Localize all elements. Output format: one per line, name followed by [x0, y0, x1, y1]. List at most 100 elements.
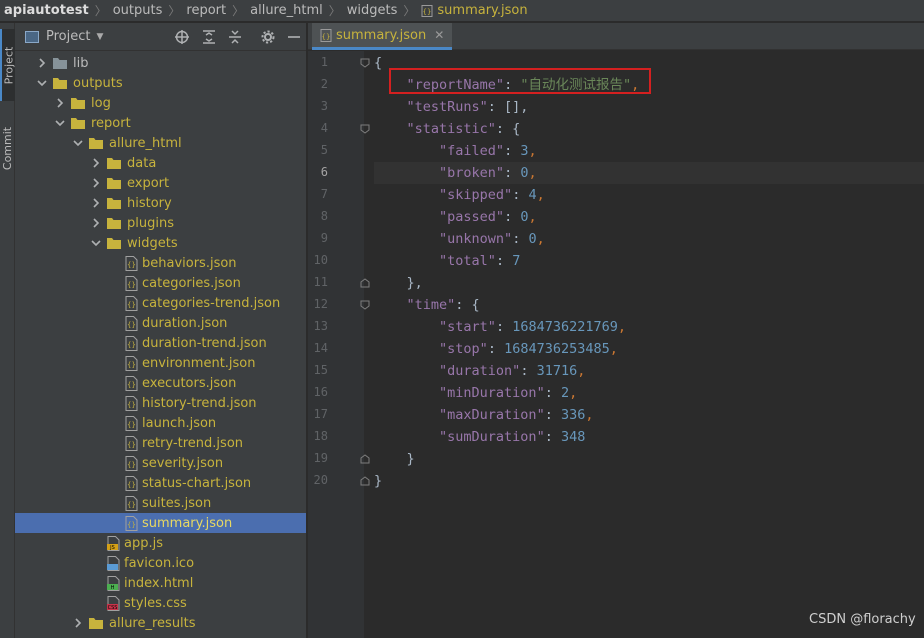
- tree-file[interactable]: {} duration-trend.json: [15, 333, 306, 353]
- tree-item-label: app.js: [124, 535, 163, 551]
- chevron-right-icon[interactable]: [91, 198, 101, 208]
- fold-marker-icon[interactable]: [360, 476, 370, 486]
- code-area[interactable]: { "reportName": "自动化测试报告", "testRuns": […: [374, 51, 924, 638]
- tree-file[interactable]: favicon.ico: [15, 553, 306, 573]
- code-token: "start": [439, 319, 496, 335]
- annotation-highlight-box: [389, 68, 651, 94]
- tree-folder[interactable]: lib: [15, 53, 306, 73]
- fold-marker-icon[interactable]: [360, 58, 370, 68]
- line-number: 12: [313, 297, 328, 311]
- chevron-right-icon[interactable]: [37, 58, 47, 68]
- tree-folder[interactable]: export: [15, 173, 306, 193]
- tree-item-label: duration-trend.json: [142, 335, 267, 351]
- tree-item-label: allure_results: [109, 615, 196, 631]
- tree-folder[interactable]: outputs: [15, 73, 306, 93]
- code-token: :: [504, 143, 521, 159]
- code-line: },: [374, 272, 924, 294]
- fold-marker-icon[interactable]: [360, 300, 370, 310]
- chevron-right-icon[interactable]: [73, 618, 83, 628]
- breadcrumb-item[interactable]: report: [186, 3, 226, 18]
- code-token: :: [520, 363, 537, 379]
- chevron-right-icon[interactable]: [55, 98, 65, 108]
- close-icon[interactable]: ✕: [434, 28, 444, 42]
- json-file-icon: {}: [125, 295, 138, 311]
- fold-marker-icon[interactable]: [360, 454, 370, 464]
- breadcrumb-item[interactable]: apiautotest: [4, 3, 89, 18]
- fold-marker-icon[interactable]: [360, 278, 370, 288]
- chevron-down-icon[interactable]: [37, 78, 47, 88]
- tool-window-strip: Project Commit: [0, 23, 15, 638]
- tree-folder[interactable]: log: [15, 93, 306, 113]
- svg-text:JS: JS: [109, 545, 115, 551]
- code-token: "stop": [439, 341, 488, 357]
- tree-folder[interactable]: plugins: [15, 213, 306, 233]
- tree-file[interactable]: CSS styles.css: [15, 593, 306, 613]
- tree-folder[interactable]: widgets: [15, 233, 306, 253]
- breadcrumb-item[interactable]: allure_html: [250, 3, 323, 18]
- project-view-selector[interactable]: Project: [46, 29, 90, 44]
- tree-file[interactable]: {} suites.json: [15, 493, 306, 513]
- code-line: }: [374, 470, 924, 492]
- commit-tool-tab[interactable]: Commit: [0, 113, 15, 183]
- chevron-right-icon[interactable]: [91, 218, 101, 228]
- tree-file[interactable]: {} environment.json: [15, 353, 306, 373]
- code-token: :: [544, 385, 561, 401]
- tree-file[interactable]: {} severity.json: [15, 453, 306, 473]
- code-token: 336: [560, 407, 586, 423]
- tree-file[interactable]: {} categories-trend.json: [15, 293, 306, 313]
- tab-summary-json[interactable]: {} summary.json ✕: [312, 23, 453, 50]
- css-file-icon: CSS: [107, 595, 120, 611]
- html-file-icon: H: [107, 575, 120, 591]
- json-file-icon: {}: [125, 375, 138, 391]
- breadcrumb-file[interactable]: summary.json: [437, 3, 527, 18]
- tree-folder[interactable]: allure_html: [15, 133, 306, 153]
- tree-file[interactable]: {} behaviors.json: [15, 253, 306, 273]
- tree-folder[interactable]: report: [15, 113, 306, 133]
- locate-file-icon[interactable]: [173, 28, 191, 46]
- tree-file[interactable]: {} history-trend.json: [15, 393, 306, 413]
- tree-file[interactable]: {} retry-trend.json: [15, 433, 306, 453]
- breadcrumb-item[interactable]: widgets: [347, 3, 398, 18]
- folder-icon: [89, 618, 103, 629]
- code-token: "time": [406, 297, 456, 313]
- line-number: 6: [320, 165, 328, 179]
- tree-folder[interactable]: data: [15, 153, 306, 173]
- tree-file[interactable]: {} summary.json: [15, 513, 306, 533]
- collapse-all-icon[interactable]: [226, 28, 244, 46]
- gear-icon[interactable]: [259, 28, 277, 46]
- tree-file[interactable]: Hindex.html: [15, 573, 306, 593]
- code-line: "duration": 31716,: [374, 360, 924, 382]
- tree-file[interactable]: {} launch.json: [15, 413, 306, 433]
- folder-icon: [53, 78, 67, 89]
- fold-marker-icon[interactable]: [360, 124, 370, 134]
- tree-file[interactable]: JS app.js: [15, 533, 306, 553]
- chevron-down-icon[interactable]: [91, 238, 101, 248]
- tree-file[interactable]: {} status-chart.json: [15, 473, 306, 493]
- tree-folder[interactable]: allure_results: [15, 613, 306, 633]
- chevron-right-icon[interactable]: [91, 178, 101, 188]
- breadcrumb-item[interactable]: outputs: [113, 3, 163, 18]
- code-token: }: [374, 451, 415, 467]
- tree-file[interactable]: {} duration.json: [15, 313, 306, 333]
- json-file-icon: {}: [125, 415, 138, 431]
- expand-all-icon[interactable]: [200, 28, 218, 46]
- json-file-icon: {}: [125, 315, 138, 331]
- project-tool-tab[interactable]: Project: [0, 29, 15, 101]
- tree-folder[interactable]: history: [15, 193, 306, 213]
- tree-item-label: history: [127, 195, 172, 211]
- tree-file[interactable]: {} categories.json: [15, 273, 306, 293]
- chevron-right-icon[interactable]: [91, 158, 101, 168]
- code-token: {: [374, 55, 383, 71]
- minimize-icon[interactable]: [285, 28, 303, 46]
- svg-text:{}: {}: [127, 381, 136, 389]
- tree-item-label: categories.json: [142, 275, 241, 291]
- chevron-down-icon[interactable]: [55, 118, 65, 128]
- chevron-down-icon[interactable]: ▼: [96, 32, 103, 42]
- chevron-down-icon[interactable]: [73, 138, 83, 148]
- tree-file[interactable]: {} executors.json: [15, 373, 306, 393]
